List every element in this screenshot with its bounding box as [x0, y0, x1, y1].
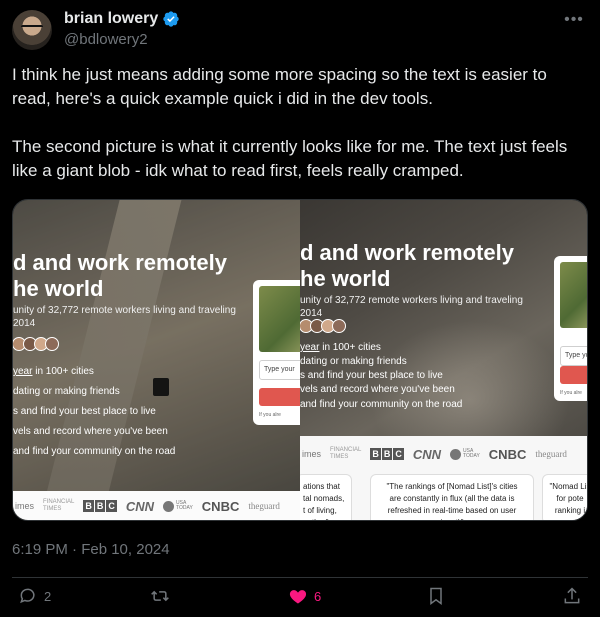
media-image-left[interactable]: d and work remotely he world unity of 32…	[13, 200, 300, 520]
feature-item: year in 100+ cities	[300, 342, 381, 353]
hero-subtitle-line: unity of 32,772 remote workers living an…	[300, 295, 523, 306]
more-options-icon[interactable]: •••	[564, 10, 584, 30]
bookmark-button[interactable]	[426, 586, 446, 606]
share-icon	[564, 587, 580, 604]
testimonial-quote: ations that tal nomads, t of living, eat…	[300, 474, 352, 520]
press-logo-cnn: CNN	[412, 446, 442, 462]
hero-subtitle: unity of 32,772 remote workers living an…	[13, 304, 236, 330]
author-handle[interactable]: @bdlowery2	[64, 31, 148, 48]
feature-item: s and find your best place to live	[300, 370, 443, 381]
author-display-name[interactable]: brian lowery	[64, 10, 158, 28]
signup-card: Type your If you alre	[253, 280, 300, 425]
like-button[interactable]: 6	[288, 586, 321, 606]
hero-title-line: d and work remotely	[300, 240, 514, 265]
press-logo-cnn: CNN	[125, 498, 155, 514]
feature-item: vels and record where you've been	[300, 384, 455, 395]
press-logos-strip: imes FINANCIAL TIMES BBC CNN USA TODAY CNB…	[300, 436, 587, 472]
tweet-media[interactable]: d and work remotely he world unity of 32…	[12, 199, 588, 521]
feature-text: in 100+ cities	[319, 342, 381, 353]
tweet-text: I think he just means adding some more s…	[12, 63, 588, 183]
heart-icon	[289, 590, 307, 604]
testimonial-quote: "The rankings of [Nomad List]'s cities a…	[370, 474, 534, 520]
testimonials-area: imes FINANCIAL TIMES BBC CNN USA TODAY CNB…	[300, 436, 587, 520]
hero-subtitle-line: unity of 32,772 remote workers living an…	[13, 305, 236, 316]
card-photo	[560, 262, 587, 328]
bookmark-icon	[430, 587, 442, 605]
hero-title-line: d and work remotely	[13, 250, 227, 275]
member-avatars	[13, 337, 59, 351]
email-input[interactable]: Type your	[259, 360, 300, 380]
signup-card: Type you If you alre	[554, 256, 587, 401]
divider	[12, 577, 588, 578]
reply-icon	[20, 588, 35, 604]
hero-title-line: he world	[300, 266, 391, 291]
press-logo-usa-today: USA TODAY	[163, 500, 193, 512]
tweet-header: brian lowery @bdlowery2 •••	[12, 8, 588, 52]
press-logo-ft: FINANCIAL TIMES	[43, 499, 75, 512]
feature-item: dating or making friends	[13, 386, 120, 397]
share-button[interactable]	[562, 586, 582, 606]
hero-subtitle-line: 2014	[13, 318, 36, 329]
repost-button[interactable]	[150, 586, 176, 606]
press-logo-cnbc: CNBC	[488, 446, 527, 462]
hero-subtitle: unity of 32,772 remote workers living an…	[300, 294, 523, 320]
tweet-paragraph: The second picture is what it currently …	[12, 137, 568, 180]
feature-link[interactable]: year	[300, 342, 319, 353]
feature-item: s and find your best place to live	[13, 406, 156, 417]
hero-title-line: he world	[13, 276, 104, 301]
email-input[interactable]: Type you	[560, 346, 587, 366]
feature-text: in 100+ cities	[32, 366, 94, 377]
press-logo-usa-today: USA TODAY	[450, 448, 480, 460]
card-note: If you alre	[560, 390, 582, 396]
feature-item: and find your community on the road	[13, 446, 176, 457]
feature-item: and find your community on the road	[300, 399, 463, 410]
press-logo-guardian: theguard	[248, 501, 280, 511]
tweet-timestamp[interactable]: 6:19 PM · Feb 10, 2024	[12, 541, 170, 558]
tweet-actions: 2 6	[12, 586, 588, 612]
member-avatars	[300, 319, 346, 333]
tweet-paragraph: I think he just means adding some more s…	[12, 65, 547, 108]
press-logo-ft: FINANCIAL TIMES	[330, 447, 362, 460]
feature-item: dating or making friends	[300, 356, 407, 367]
card-photo	[259, 286, 300, 352]
press-logo-cnbc: CNBC	[201, 498, 240, 514]
media-image-right[interactable]: d and work remotely he world unity of 32…	[300, 200, 587, 520]
signup-button[interactable]	[259, 388, 300, 406]
press-logo-bbc: BBC	[370, 448, 404, 460]
repost-icon	[151, 590, 169, 602]
feature-item: year in 100+ cities	[13, 366, 94, 377]
press-logo-times: imes	[15, 501, 35, 511]
press-logos-strip: imes FINANCIAL TIMES BBC CNN USA TODAY CNB…	[13, 491, 300, 520]
author-avatar[interactable]	[12, 10, 52, 50]
like-count: 6	[314, 588, 322, 604]
signup-button[interactable]	[560, 366, 587, 384]
press-logo-times: imes	[302, 449, 322, 459]
press-logo-guardian: theguard	[535, 449, 567, 459]
verified-badge-icon	[163, 11, 179, 27]
hero-title: d and work remotely he world	[300, 240, 514, 292]
reply-count: 2	[44, 588, 52, 604]
card-note: If you alre	[259, 412, 281, 418]
feature-item: vels and record where you've been	[13, 426, 168, 437]
feature-link[interactable]: year	[13, 366, 32, 377]
name-row: brian lowery	[64, 10, 180, 28]
testimonial-quote: "Nomad Lis for pote ranking i	[542, 474, 587, 520]
hero-title: d and work remotely he world	[13, 250, 227, 302]
press-logo-bbc: BBC	[83, 500, 117, 512]
reply-button[interactable]: 2	[18, 586, 51, 606]
